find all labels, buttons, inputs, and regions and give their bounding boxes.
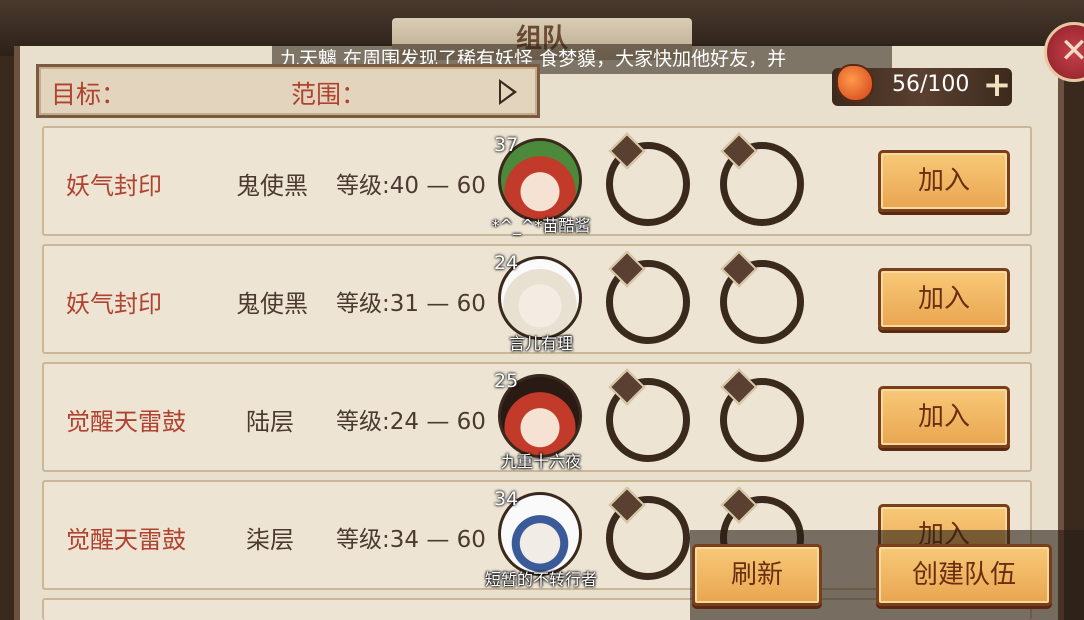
stamina-value: 56/100: [892, 72, 970, 97]
row-target: 觉醒天雷鼓: [66, 526, 186, 554]
play-arrow-icon[interactable]: [499, 79, 517, 105]
team-row: 妖气封印 鬼使黑 等级:40 — 60 37 *^_^*苗酷酱 加入: [42, 126, 1032, 236]
filter-range-label: 范围：: [291, 80, 367, 109]
join-button[interactable]: 加入: [878, 268, 1010, 330]
filter-target-label: 目标：: [51, 80, 127, 109]
refresh-button[interactable]: 刷新: [692, 544, 822, 606]
avatar-level: 37: [494, 134, 519, 156]
leader-avatar[interactable]: 34 短暂的不转行者: [485, 488, 597, 589]
avatar-name: 短暂的不转行者: [484, 570, 597, 589]
create-team-button[interactable]: 创建队伍: [876, 544, 1052, 606]
close-icon: ✕: [1059, 31, 1084, 71]
team-row: 妖气封印 鬼使黑 等级:31 — 60 24 言儿有理 加入: [42, 244, 1032, 354]
row-target: 觉醒天雷鼓: [66, 408, 186, 436]
leader-avatar[interactable]: 37 *^_^*苗酷酱: [492, 134, 591, 235]
leader-avatar[interactable]: 25 九重十六夜: [494, 370, 588, 471]
add-stamina-button[interactable]: +: [982, 68, 1012, 102]
row-sub: 鬼使黑: [236, 172, 308, 200]
join-button[interactable]: 加入: [878, 150, 1010, 212]
avatar-level: 34: [494, 488, 519, 510]
row-level: 等级:34 — 60: [336, 527, 486, 553]
avatar-name: 言儿有理: [508, 334, 573, 353]
row-target: 妖气封印: [66, 172, 162, 200]
avatar-name: *^_^*苗酷酱: [491, 216, 591, 235]
row-sub: 鬼使黑: [236, 290, 308, 318]
row-sub: 陆层: [246, 408, 294, 436]
avatar-level: 24: [494, 252, 519, 274]
leader-avatar[interactable]: 24 言儿有理: [494, 252, 588, 353]
row-sub: 柒层: [246, 526, 294, 554]
stamina-display: 56/100 +: [832, 66, 1012, 106]
team-row: 觉醒天雷鼓 陆层 等级:24 — 60 25 九重十六夜 加入: [42, 362, 1032, 472]
stamina-icon: [838, 66, 872, 100]
join-button[interactable]: 加入: [878, 386, 1010, 448]
row-target: 妖气封印: [66, 290, 162, 318]
row-level: 等级:31 — 60: [336, 291, 486, 317]
row-level: 等级:40 — 60: [336, 173, 486, 199]
row-level: 等级:24 — 60: [336, 409, 486, 435]
filter-bar[interactable]: 目标： 范围：: [36, 64, 540, 118]
avatar-name: 九重十六夜: [500, 452, 581, 471]
avatar-level: 25: [494, 370, 519, 392]
